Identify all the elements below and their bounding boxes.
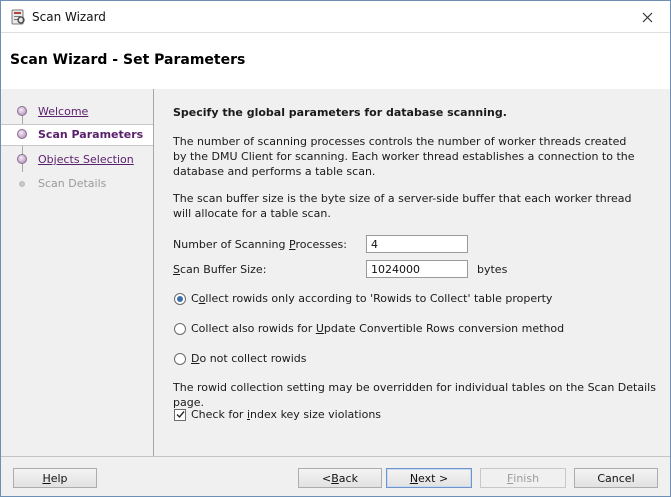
- radio-label: Do not collect rowids: [191, 352, 307, 365]
- wizard-header: Scan Wizard - Set Parameters: [1, 32, 670, 90]
- radio-button-icon: [174, 292, 186, 305]
- step-label: Welcome: [38, 105, 89, 118]
- radio-button-icon: [174, 352, 186, 365]
- processes-description: The number of scanning processes control…: [173, 135, 635, 178]
- cancel-button[interactable]: Cancel: [574, 468, 658, 488]
- check-index-key-size[interactable]: Check for index key size violations: [174, 408, 381, 421]
- back-button[interactable]: < Back: [298, 468, 382, 488]
- processes-label: Number of Scanning Processes:: [173, 238, 347, 251]
- radio-label: Collect also rowids for Update Convertib…: [191, 322, 565, 335]
- page-title: Scan Wizard - Set Parameters: [10, 52, 246, 68]
- scan-buffer-size-input[interactable]: [366, 260, 468, 278]
- next-button[interactable]: Next >: [386, 468, 472, 488]
- help-button[interactable]: Help: [13, 468, 97, 488]
- scan-wizard-window: Scan Wizard Scan Wizard - Set Parameters…: [0, 0, 671, 497]
- close-icon: [642, 12, 652, 22]
- step-objects-selection[interactable]: Objects Selection: [1, 149, 153, 171]
- checkbox-label: Check for index key size violations: [191, 408, 382, 421]
- override-note: The rowid collection setting may be over…: [173, 381, 656, 409]
- finish-button: Finish: [480, 468, 566, 488]
- step-scan-details: Scan Details: [1, 173, 153, 195]
- wizard-content: Specify the global parameters for databa…: [154, 89, 670, 456]
- step-welcome[interactable]: Welcome: [1, 101, 153, 123]
- step-label: Scan Details: [38, 177, 107, 190]
- checkbox-checked-icon: [174, 408, 186, 421]
- checkmark-icon: [176, 411, 185, 419]
- title-bar: Scan Wizard: [1, 1, 670, 32]
- wizard-footer: Help < Back Next > Finish Cancel: [1, 456, 670, 496]
- step-label: Objects Selection: [38, 153, 134, 166]
- radio-do-not-collect[interactable]: Do not collect rowids: [174, 352, 307, 365]
- step-indicator-icon: [17, 154, 27, 164]
- app-icon: [11, 9, 25, 25]
- radio-button-icon: [174, 322, 186, 335]
- step-indicator-icon: [19, 181, 25, 187]
- radio-collect-update-convertible[interactable]: Collect also rowids for Update Convertib…: [174, 322, 564, 335]
- wizard-steps-sidebar: Welcome Scan Parameters Objects Selectio…: [1, 89, 154, 456]
- step-indicator-icon: [17, 129, 27, 139]
- step-indicator-icon: [17, 106, 27, 116]
- radio-collect-by-property[interactable]: Collect rowids only according to 'Rowids…: [174, 292, 552, 305]
- buffer-units-label: bytes: [477, 263, 508, 276]
- buffer-description: The scan buffer size is the byte size of…: [173, 192, 632, 220]
- scanning-processes-input[interactable]: [366, 235, 468, 253]
- buffer-size-label: Scan Buffer Size:: [173, 263, 267, 276]
- content-heading: Specify the global parameters for databa…: [173, 106, 507, 119]
- window-title: Scan Wizard: [32, 10, 106, 24]
- close-button[interactable]: [634, 5, 660, 29]
- step-label: Scan Parameters: [38, 128, 144, 141]
- radio-label: Collect rowids only according to 'Rowids…: [191, 292, 553, 305]
- step-scan-parameters[interactable]: Scan Parameters: [1, 124, 153, 146]
